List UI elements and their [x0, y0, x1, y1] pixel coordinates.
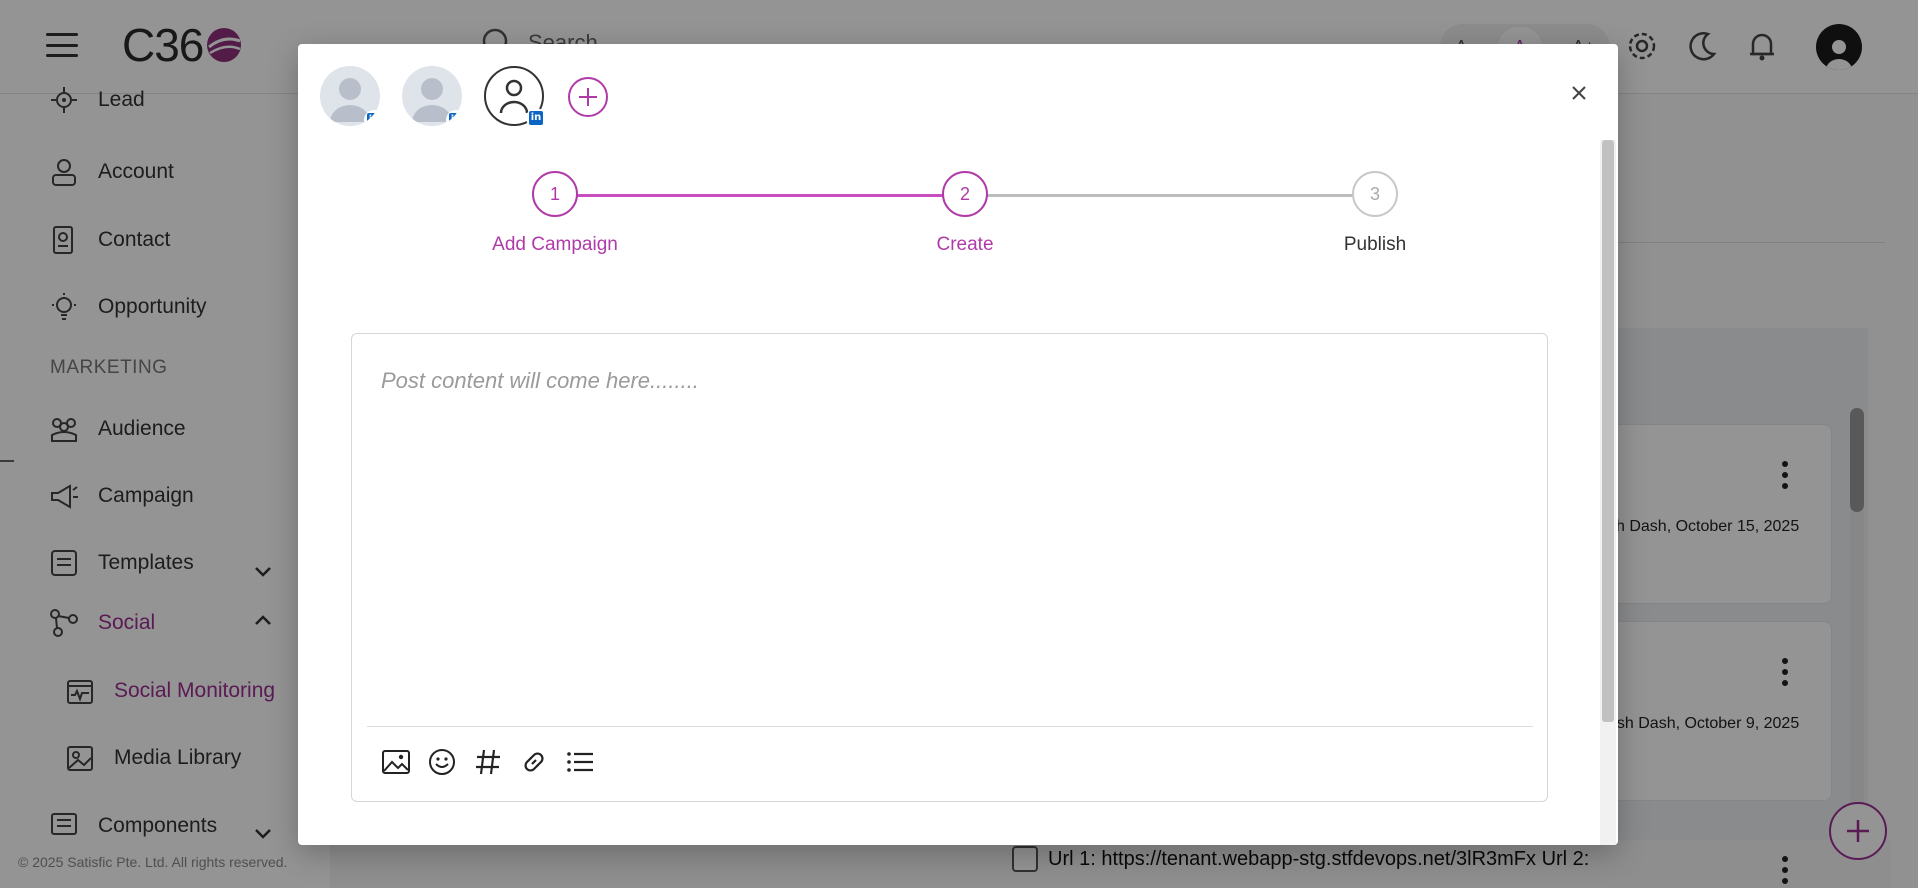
- linkedin-badge: in: [446, 110, 462, 126]
- modal-scrollbar[interactable]: [1600, 140, 1616, 845]
- insert-image-button[interactable]: [380, 746, 412, 778]
- account-avatar-selected[interactable]: in: [484, 66, 546, 128]
- account-avatar[interactable]: in: [402, 66, 462, 126]
- editor-toolbar: [380, 746, 596, 778]
- step-3-indicator: 3: [1352, 171, 1398, 217]
- list-icon: [567, 752, 593, 772]
- add-account-button[interactable]: [568, 77, 608, 117]
- step-2-indicator: 2: [942, 171, 988, 217]
- linkedin-badge: in: [364, 110, 380, 126]
- close-button[interactable]: [1568, 82, 1590, 104]
- linkedin-icon: in: [529, 111, 543, 125]
- stepper-connector-pending: [965, 194, 1375, 197]
- insert-hashtag-button[interactable]: [472, 746, 504, 778]
- create-post-modal: in in in 1 Add Campaign 2 Create 3 Publi…: [298, 44, 1618, 845]
- stepper-connector-complete: [555, 194, 965, 197]
- link-icon: [524, 752, 544, 772]
- step-3-label: Publish: [1343, 234, 1407, 255]
- plus-icon: [579, 88, 597, 106]
- linkedin-icon: in: [449, 113, 462, 126]
- linkedin-badge: in: [526, 108, 546, 128]
- step-2-label: Create: [936, 234, 994, 255]
- user-outline-icon: [499, 79, 529, 114]
- editor-placeholder: Post content will come here........: [381, 368, 699, 393]
- linkedin-icon: in: [367, 113, 380, 126]
- step-1-label: Add Campaign: [492, 234, 618, 255]
- editor-divider: [367, 726, 1533, 727]
- step-1-indicator: 1: [532, 171, 578, 217]
- close-icon: [1572, 86, 1586, 100]
- insert-emoji-button[interactable]: [426, 746, 458, 778]
- account-avatar[interactable]: in: [320, 66, 380, 126]
- image-icon: [382, 750, 410, 774]
- emoji-icon: [429, 749, 455, 775]
- scroll-thumb[interactable]: [1602, 140, 1614, 722]
- insert-list-button[interactable]: [564, 746, 596, 778]
- insert-link-button[interactable]: [518, 746, 550, 778]
- hashtag-icon: [476, 749, 500, 775]
- post-content-editor[interactable]: Post content will come here........: [351, 333, 1548, 802]
